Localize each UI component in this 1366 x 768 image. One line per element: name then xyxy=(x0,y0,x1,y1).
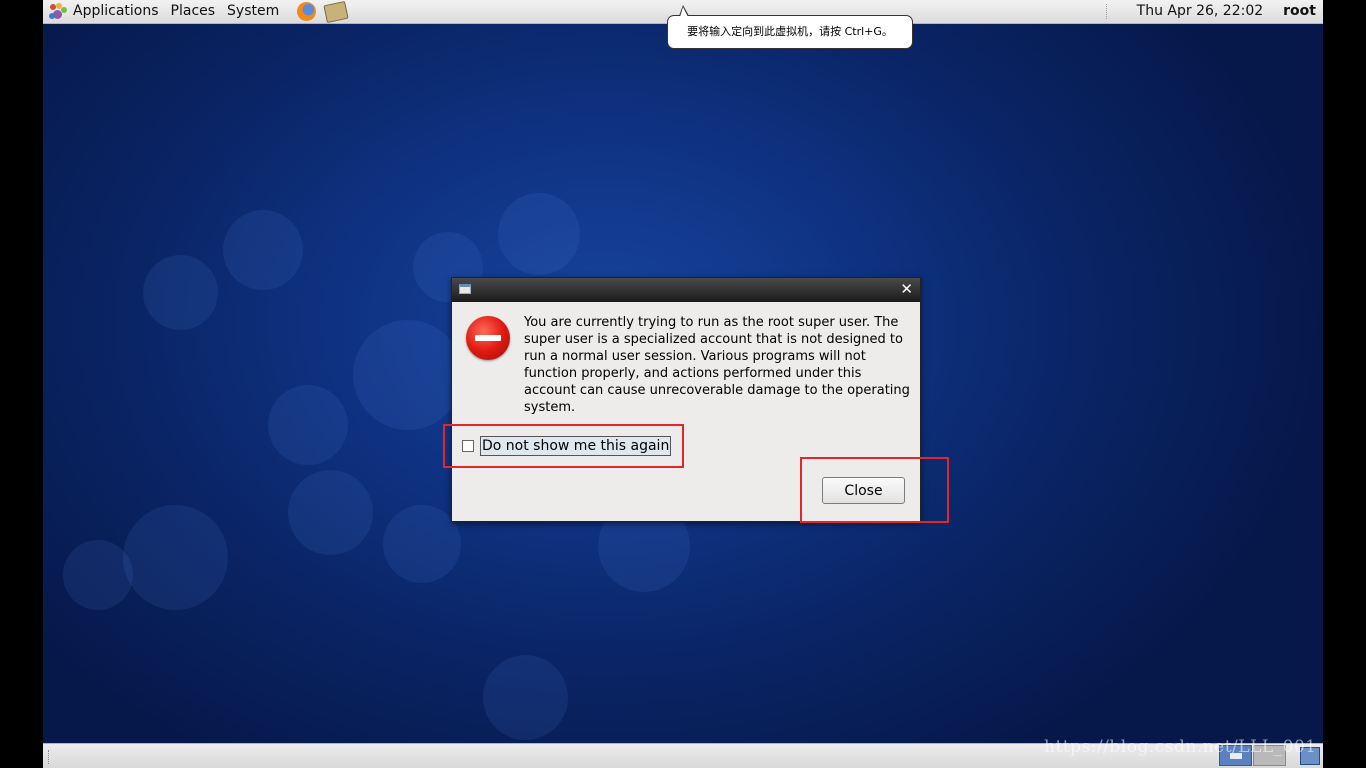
menu-places[interactable]: Places xyxy=(165,0,222,23)
close-icon[interactable]: ✕ xyxy=(900,281,913,298)
firefox-launcher[interactable] xyxy=(295,1,317,23)
gnome-foot-icon xyxy=(49,2,67,21)
menu-label: Places xyxy=(170,3,216,19)
vm-screen: Applications Places System Thu Apr 26, 2… xyxy=(43,0,1323,768)
dialog-titlebar[interactable]: ✕ xyxy=(452,278,920,302)
input-grab-notice: 要将输入定向到此虚拟机，请按 Ctrl+G。 xyxy=(667,15,913,49)
firefox-icon xyxy=(296,2,316,21)
panel-separator xyxy=(1105,4,1109,19)
bokeh-decoration xyxy=(143,255,218,330)
bokeh-decoration xyxy=(123,505,228,610)
highlight-box-close xyxy=(800,457,949,523)
menu-applications[interactable]: Applications xyxy=(43,0,165,23)
notice-text: 要将输入定向到此虚拟机，请按 Ctrl+G。 xyxy=(687,25,893,38)
window-icon xyxy=(459,284,471,294)
bokeh-decoration xyxy=(353,320,463,430)
notice-tail-fill xyxy=(680,7,688,17)
highlight-box-checkbox xyxy=(443,424,684,468)
bokeh-decoration xyxy=(383,505,461,583)
text-editor-icon xyxy=(323,0,349,23)
panel-grip xyxy=(48,750,52,764)
menu-label: System xyxy=(227,3,280,19)
clock[interactable]: Thu Apr 26, 22:02 xyxy=(1137,0,1263,23)
bokeh-decoration xyxy=(498,193,580,275)
bokeh-decoration xyxy=(483,655,568,740)
bokeh-decoration xyxy=(288,470,373,555)
bokeh-decoration xyxy=(223,210,303,290)
text-editor-launcher[interactable] xyxy=(323,0,349,23)
watermark: https://blog.csdn.net/LLL_001 xyxy=(1044,737,1317,757)
menu-system[interactable]: System xyxy=(221,0,285,23)
warning-message: You are currently trying to run as the r… xyxy=(524,315,910,415)
bokeh-decoration xyxy=(268,385,348,465)
bokeh-decoration xyxy=(63,540,133,610)
error-icon xyxy=(466,316,510,360)
user-menu[interactable]: root xyxy=(1283,0,1316,23)
menu-label: Applications xyxy=(73,3,159,19)
